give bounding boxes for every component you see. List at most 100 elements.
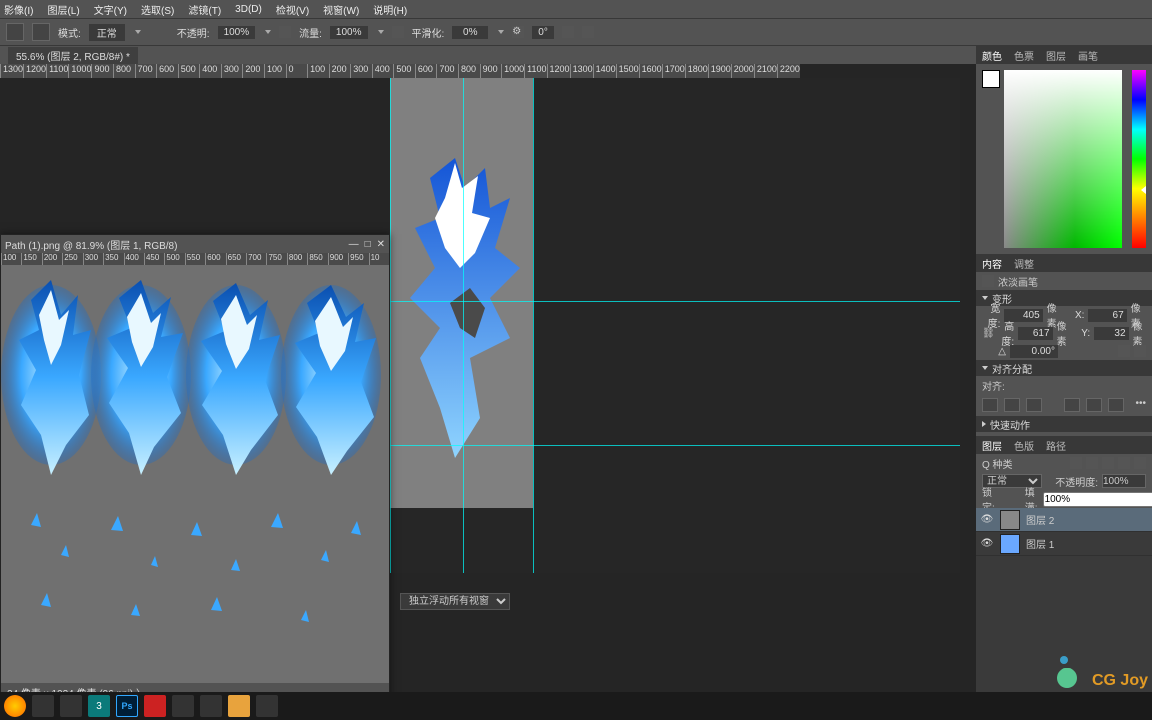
chevron-down-icon[interactable] xyxy=(265,30,271,34)
menu-layer[interactable]: 图层(L) xyxy=(47,2,79,17)
float-titlebar[interactable]: Path (1).png @ 81.9% (图层 1, RGB/8) — □ ✕ xyxy=(1,235,389,253)
symmetry-icon[interactable] xyxy=(582,26,594,38)
float-canvas[interactable] xyxy=(1,265,389,683)
brush-size-icon[interactable] xyxy=(32,23,50,41)
menu-view[interactable]: 检视(V) xyxy=(276,2,309,17)
flame-artwork xyxy=(390,158,533,458)
float-ruler[interactable]: 100 150 200 250 300 350 400 450 500 550 … xyxy=(1,253,389,265)
flip-v-icon[interactable] xyxy=(1134,345,1146,357)
quick-actions-section[interactable]: 快速动作 xyxy=(976,416,1152,432)
tab-properties[interactable]: 内容 xyxy=(982,256,1002,271)
flip-h-icon[interactable] xyxy=(1118,345,1130,357)
main-canvas[interactable] xyxy=(390,78,960,573)
menu-image[interactable]: 影像(I) xyxy=(4,2,33,17)
hue-slider[interactable] xyxy=(1132,70,1146,248)
maximize-icon[interactable]: □ xyxy=(365,239,371,250)
layer-thumb[interactable] xyxy=(1000,510,1020,530)
menu-select[interactable]: 选取(S) xyxy=(141,2,174,17)
taskbar-obs[interactable] xyxy=(256,695,278,717)
visibility-toggle[interactable] xyxy=(980,537,994,551)
tab-layers-mini[interactable]: 图层 xyxy=(1046,48,1066,63)
align-hcenter-icon[interactable] xyxy=(1004,398,1020,412)
airbrush-icon[interactable] xyxy=(392,26,404,38)
y-input[interactable]: 32 xyxy=(1094,327,1128,340)
align-right-icon[interactable] xyxy=(1026,398,1042,412)
angle-input[interactable]: 0.00° xyxy=(1010,345,1058,358)
align-left-icon[interactable] xyxy=(982,398,998,412)
taskbar-app[interactable] xyxy=(60,695,82,717)
close-icon[interactable]: ✕ xyxy=(377,239,385,250)
brush-preset-icon[interactable] xyxy=(6,23,24,41)
taskbar[interactable]: 3 Ps xyxy=(0,692,1152,720)
layer-opacity-input[interactable] xyxy=(1102,474,1146,488)
filter-shape-icon[interactable] xyxy=(1118,457,1130,469)
start-button[interactable] xyxy=(4,695,26,717)
fill-input[interactable] xyxy=(1043,492,1152,507)
color-field[interactable] xyxy=(1004,70,1122,248)
taskbar-photoshop[interactable]: Ps xyxy=(116,695,138,717)
more-icon[interactable]: ••• xyxy=(1130,398,1146,412)
tab-paths[interactable]: 路径 xyxy=(1046,438,1066,453)
layer-name[interactable]: 图层 1 xyxy=(1026,536,1054,551)
flow-value[interactable]: 100% xyxy=(330,26,368,39)
taskbar-app[interactable] xyxy=(200,695,222,717)
mode-select[interactable]: 正常 xyxy=(89,24,125,41)
chevron-down-icon[interactable] xyxy=(498,30,504,34)
chevron-down-icon[interactable] xyxy=(135,30,141,34)
pressure-size-icon[interactable] xyxy=(562,26,574,38)
pressure-opacity-icon[interactable] xyxy=(279,26,291,38)
taskbar-app[interactable] xyxy=(32,695,54,717)
ruler-horizontal[interactable]: 1300 1200 1100 1000 900 800 700 600 500 … xyxy=(0,64,800,78)
taskbar-3dsmax[interactable]: 3 xyxy=(88,695,110,717)
transform-section[interactable]: 变形 xyxy=(976,290,1152,306)
filter-adjust-icon[interactable] xyxy=(1086,457,1098,469)
tab-brushes[interactable]: 画笔 xyxy=(1078,48,1098,63)
opacity-value[interactable]: 100% xyxy=(218,26,256,39)
tab-channels[interactable]: 色版 xyxy=(1014,438,1034,453)
align-vcenter-icon[interactable] xyxy=(1086,398,1102,412)
menu-window[interactable]: 视窗(W) xyxy=(323,2,359,17)
floating-document[interactable]: Path (1).png @ 81.9% (图层 1, RGB/8) — □ ✕… xyxy=(0,234,390,692)
link-icon[interactable]: ⛓ xyxy=(982,328,994,339)
chevron-down-icon[interactable] xyxy=(378,30,384,34)
guide-vertical[interactable] xyxy=(463,78,464,573)
minimize-icon[interactable]: — xyxy=(349,239,359,250)
arrange-dropdown[interactable]: 独立浮动所有视窗 xyxy=(400,593,510,610)
fg-color-swatch[interactable] xyxy=(982,70,1000,88)
visibility-toggle[interactable] xyxy=(980,513,994,527)
tab-adjustments[interactable]: 调整 xyxy=(1014,256,1034,271)
smooth-value[interactable]: 0% xyxy=(452,26,488,39)
menu-filter[interactable]: 滤镜(T) xyxy=(188,2,221,17)
tab-color[interactable]: 颜色 xyxy=(982,48,1002,63)
color-picker[interactable] xyxy=(976,64,1152,254)
align-top-icon[interactable] xyxy=(1064,398,1080,412)
gear-icon[interactable]: ⚙ xyxy=(512,26,524,38)
arrange-select[interactable]: 独立浮动所有视窗 xyxy=(400,593,510,610)
guide-vertical[interactable] xyxy=(390,78,391,573)
taskbar-explorer[interactable] xyxy=(228,695,250,717)
filter-pixel-icon[interactable] xyxy=(1070,457,1082,469)
align-section[interactable]: 对齐分配 xyxy=(976,360,1152,376)
angle-value[interactable]: 0° xyxy=(532,26,554,39)
guide-vertical[interactable] xyxy=(533,78,534,573)
guide-horizontal[interactable] xyxy=(390,301,960,302)
layer-row[interactable]: 图层 2 xyxy=(976,508,1152,532)
layer-name[interactable]: 图层 2 xyxy=(1026,512,1054,527)
filter-text-icon[interactable] xyxy=(1102,457,1114,469)
menu-3d[interactable]: 3D(D) xyxy=(235,4,262,15)
menu-help[interactable]: 说明(H) xyxy=(373,2,407,17)
hue-pointer[interactable] xyxy=(1141,186,1146,194)
guide-horizontal[interactable] xyxy=(390,445,960,446)
height-input[interactable]: 617 xyxy=(1018,327,1052,340)
taskbar-app[interactable] xyxy=(144,695,166,717)
menu-text[interactable]: 文字(Y) xyxy=(94,2,127,17)
document-tab[interactable]: 55.6% (图层 2, RGB/8#) * xyxy=(8,47,138,64)
layer-row[interactable]: 图层 1 xyxy=(976,532,1152,556)
filter-smart-icon[interactable] xyxy=(1134,457,1146,469)
x-input[interactable]: 67 xyxy=(1088,309,1126,322)
layer-thumb[interactable] xyxy=(1000,534,1020,554)
taskbar-app[interactable] xyxy=(172,695,194,717)
tab-layers[interactable]: 图层 xyxy=(982,438,1002,453)
tab-swatches[interactable]: 色票 xyxy=(1014,48,1034,63)
align-bottom-icon[interactable] xyxy=(1108,398,1124,412)
